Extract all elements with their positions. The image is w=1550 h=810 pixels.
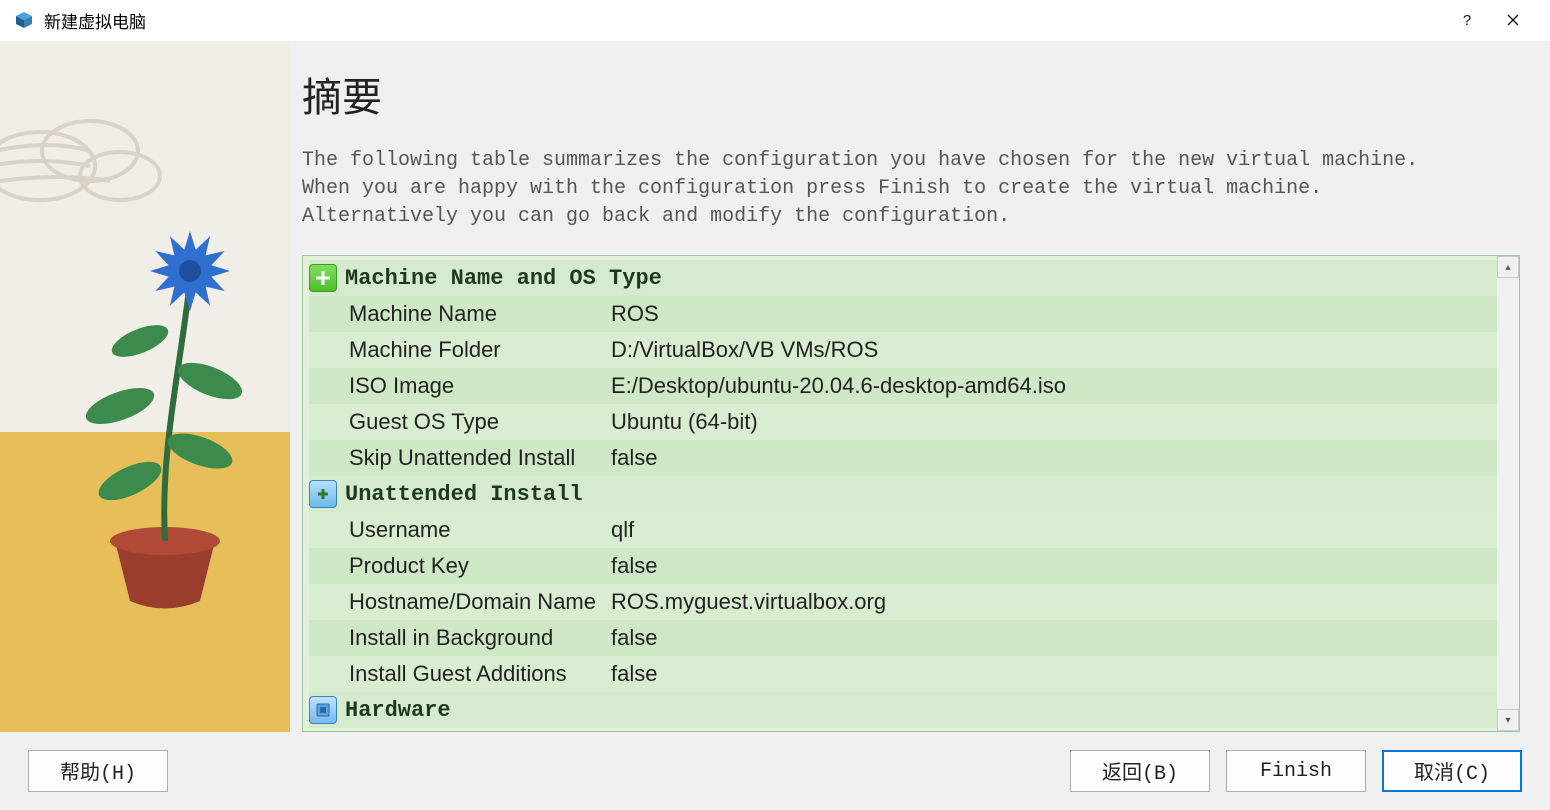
wizard-sidebar-illustration bbox=[0, 41, 290, 732]
table-row: Install in Backgroundfalse bbox=[309, 620, 1497, 656]
row-label: Install in Background bbox=[309, 625, 611, 651]
table-row: Machine FolderD:/VirtualBox/VB VMs/ROS bbox=[309, 332, 1497, 368]
page-description: The following table summarizes the confi… bbox=[302, 147, 1462, 231]
row-value: false bbox=[611, 445, 1497, 471]
plant-illustration bbox=[60, 191, 270, 611]
row-value: D:/VirtualBox/VB VMs/ROS bbox=[611, 337, 1497, 363]
group-title: Unattended Install bbox=[345, 482, 583, 507]
back-button[interactable]: 返回(B) bbox=[1070, 750, 1210, 792]
window-title: 新建虚拟电脑 bbox=[44, 8, 146, 33]
row-label: Machine Folder bbox=[309, 337, 611, 363]
table-row: Skip Unattended Installfalse bbox=[309, 440, 1497, 476]
summary-table: Machine Name and OS TypeMachine NameROSM… bbox=[302, 255, 1520, 732]
row-value: ROS bbox=[611, 301, 1497, 327]
row-value: false bbox=[611, 661, 1497, 687]
row-label: Username bbox=[309, 517, 611, 543]
row-label: Guest OS Type bbox=[309, 409, 611, 435]
content-area: 摘要 The following table summarizes the co… bbox=[0, 40, 1550, 732]
table-row: Product Keyfalse bbox=[309, 548, 1497, 584]
table-row: Install Guest Additionsfalse bbox=[309, 656, 1497, 692]
main-panel: 摘要 The following table summarizes the co… bbox=[290, 41, 1550, 732]
row-value: Ubuntu (64-bit) bbox=[611, 409, 1497, 435]
table-row: Guest OS TypeUbuntu (64-bit) bbox=[309, 404, 1497, 440]
row-value: false bbox=[611, 553, 1497, 579]
wizard-window: 新建虚拟电脑 ? bbox=[0, 0, 1550, 810]
row-label: Machine Name bbox=[309, 301, 611, 327]
help-button[interactable]: 帮助(H) bbox=[28, 750, 168, 792]
group-header: Unattended Install bbox=[309, 476, 1497, 512]
table-row: ISO ImageE:/Desktop/ubuntu-20.04.6-deskt… bbox=[309, 368, 1497, 404]
row-value: ROS.myguest.virtualbox.org bbox=[611, 589, 1497, 615]
close-icon[interactable] bbox=[1490, 0, 1536, 40]
group-title: Machine Name and OS Type bbox=[345, 266, 662, 291]
green-plus-icon bbox=[309, 264, 337, 292]
finish-button[interactable]: Finish bbox=[1226, 750, 1366, 792]
row-value: false bbox=[611, 625, 1497, 651]
vertical-scrollbar[interactable]: ▴ ▾ bbox=[1497, 256, 1519, 731]
chip-icon bbox=[309, 696, 337, 724]
app-icon bbox=[14, 10, 34, 30]
scroll-up-icon[interactable]: ▴ bbox=[1497, 256, 1519, 278]
group-header: Machine Name and OS Type bbox=[309, 260, 1497, 296]
title-bar: 新建虚拟电脑 ? bbox=[0, 0, 1550, 40]
row-value: qlf bbox=[611, 517, 1497, 543]
row-label: Product Key bbox=[309, 553, 611, 579]
table-row: Hostname/Domain NameROS.myguest.virtualb… bbox=[309, 584, 1497, 620]
row-label: Skip Unattended Install bbox=[309, 445, 611, 471]
row-value: E:/Desktop/ubuntu-20.04.6-desktop-amd64.… bbox=[611, 373, 1497, 399]
table-row: Usernameqlf bbox=[309, 512, 1497, 548]
group-title: Hardware bbox=[345, 698, 451, 723]
row-label: Install Guest Additions bbox=[309, 661, 611, 687]
page-title: 摘要 bbox=[302, 65, 1520, 123]
table-row: Machine NameROS bbox=[309, 296, 1497, 332]
row-label: ISO Image bbox=[309, 373, 611, 399]
button-bar: 帮助(H) 返回(B) Finish 取消(C) bbox=[0, 732, 1550, 810]
group-header: Hardware bbox=[309, 692, 1497, 728]
row-label: Hostname/Domain Name bbox=[309, 589, 611, 615]
help-button-icon[interactable]: ? bbox=[1444, 0, 1490, 40]
scroll-down-icon[interactable]: ▾ bbox=[1497, 709, 1519, 731]
cancel-button[interactable]: 取消(C) bbox=[1382, 750, 1522, 792]
blue-plus-icon bbox=[309, 480, 337, 508]
